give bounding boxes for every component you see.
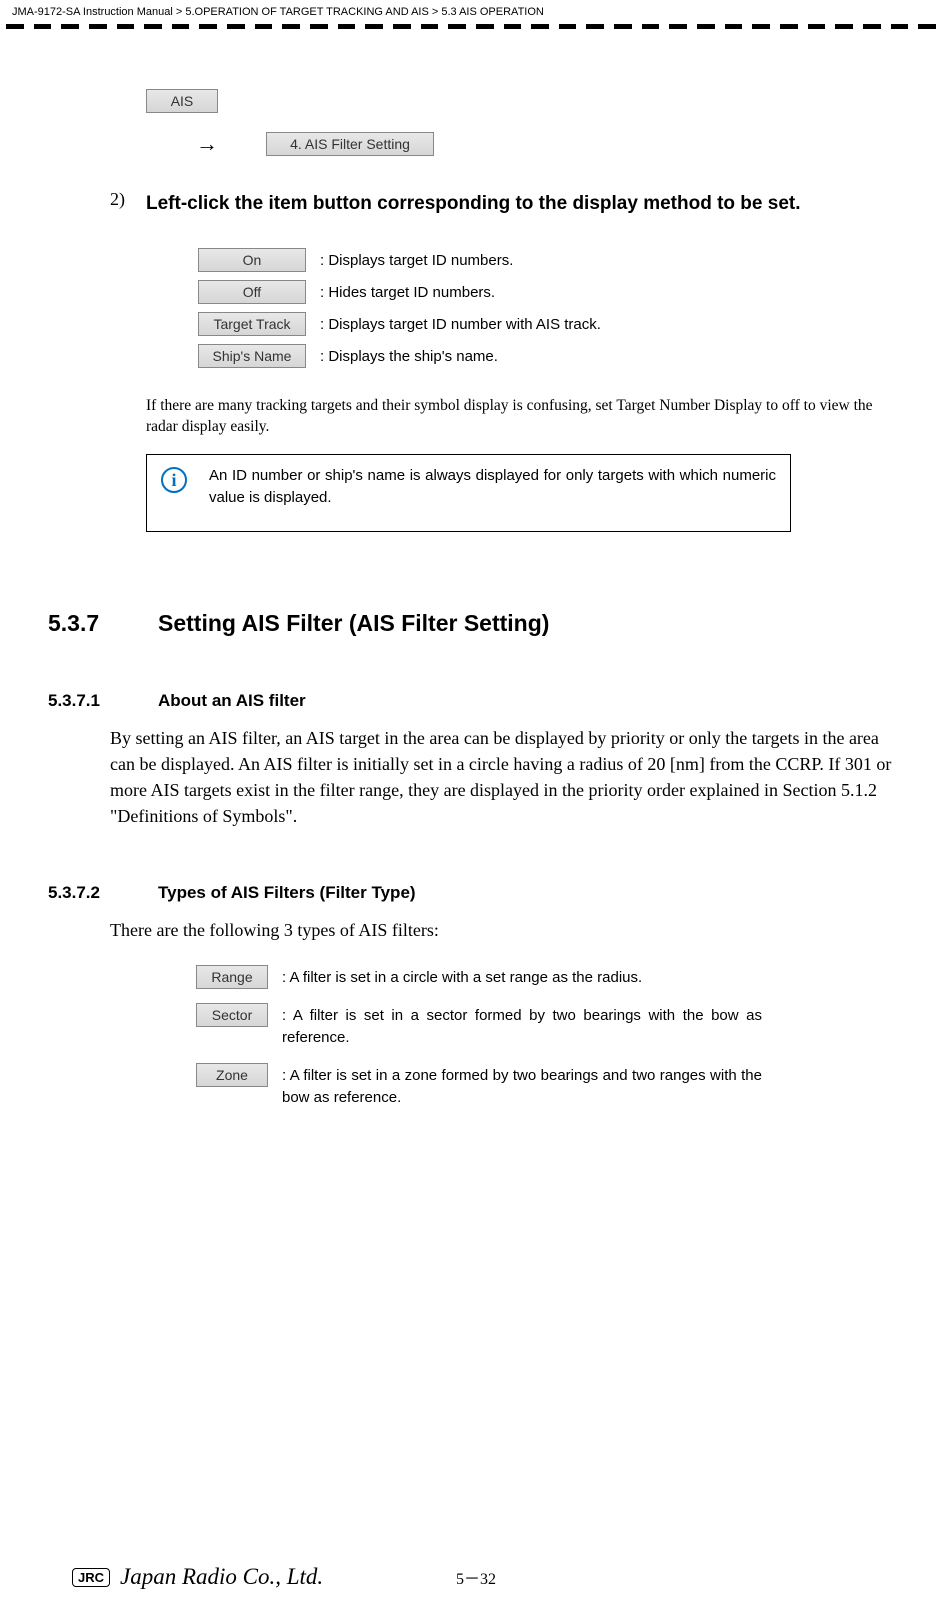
off-button[interactable]: Off: [198, 280, 306, 304]
arrow-right-icon: →: [196, 131, 218, 157]
target-track-button[interactable]: Target Track: [198, 312, 306, 336]
section-number-5371: 5.3.7.1: [48, 691, 158, 711]
ships-name-description: : Displays the ship's name.: [320, 344, 498, 368]
paragraph-5372: There are the following 3 types of AIS f…: [110, 917, 892, 943]
section-title-5371: About an AIS filter: [158, 691, 306, 711]
range-description: : A filter is set in a circle with a set…: [282, 965, 762, 989]
note-text: If there are many tracking targets and t…: [146, 396, 892, 438]
sector-button[interactable]: Sector: [196, 1003, 268, 1027]
section-title-537: Setting AIS Filter (AIS Filter Setting): [158, 610, 549, 637]
step-text: Left-click the item button corresponding…: [146, 189, 892, 218]
footer: JRC Japan Radio Co., Ltd. 5－32: [0, 1564, 952, 1590]
jrc-logo: JRC: [72, 1568, 110, 1587]
section-number-537: 5.3.7: [48, 610, 158, 637]
off-description: : Hides target ID numbers.: [320, 280, 495, 304]
ships-name-button[interactable]: Ship's Name: [198, 344, 306, 368]
info-box: i An ID number or ship's name is always …: [146, 454, 791, 532]
on-button[interactable]: On: [198, 248, 306, 272]
page-number: 5－32: [456, 1565, 496, 1589]
ais-button[interactable]: AIS: [146, 89, 218, 113]
section-title-5372: Types of AIS Filters (Filter Type): [158, 883, 416, 903]
target-track-description: : Displays target ID number with AIS tra…: [320, 312, 601, 336]
paragraph-5371: By setting an AIS filter, an AIS target …: [110, 725, 892, 829]
info-icon: i: [161, 467, 187, 493]
range-button[interactable]: Range: [196, 965, 268, 989]
ais-filter-setting-button[interactable]: 4. AIS Filter Setting: [266, 132, 434, 156]
header-breadcrumb: JMA-9172-SA Instruction Manual > 5.OPERA…: [0, 0, 952, 24]
sector-description: : A filter is set in a sector formed by …: [282, 1003, 762, 1049]
company-name: Japan Radio Co., Ltd.: [120, 1564, 323, 1590]
on-description: : Displays target ID numbers.: [320, 248, 513, 272]
zone-button[interactable]: Zone: [196, 1063, 268, 1087]
step-number: 2): [110, 189, 146, 218]
section-number-5372: 5.3.7.2: [48, 883, 158, 903]
zone-description: : A filter is set in a zone formed by tw…: [282, 1063, 762, 1109]
info-text: An ID number or ship's name is always di…: [209, 465, 776, 509]
